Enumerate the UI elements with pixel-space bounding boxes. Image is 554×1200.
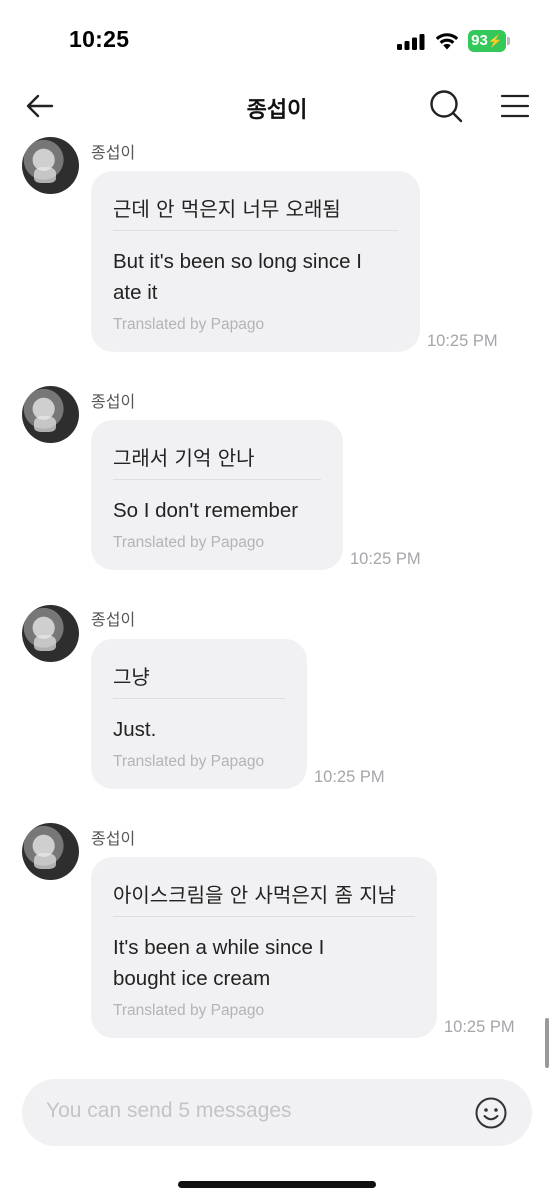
sender-name: 종섭이: [91, 143, 136, 162]
message-bubble[interactable]: 그냥 Just. Translated by Papago: [91, 639, 307, 789]
original-text: 근데 안 먹은지 너무 오래됨: [113, 197, 341, 221]
charging-bolt-icon: ⚡: [487, 34, 503, 48]
chat-title: 종섭이: [246, 98, 308, 123]
translated-line: But it's been so long since I: [113, 250, 362, 273]
battery-level: 93⚡: [471, 32, 503, 49]
translation-credit: Translated by Papago: [113, 1002, 265, 1019]
input-placeholder: You can send 5 messages: [46, 1099, 292, 1122]
cellular-signal-icon: [397, 34, 425, 50]
message-input[interactable]: You can send 5 messages: [22, 1079, 532, 1146]
wifi-icon: [435, 33, 459, 50]
chat-header: 종섭이: [0, 80, 554, 132]
sender-name: 종섭이: [91, 829, 136, 848]
translation-credit: Translated by Papago: [113, 534, 265, 551]
message-bubble[interactable]: 근데 안 먹은지 너무 오래됨 But it's been so long si…: [91, 171, 420, 352]
home-indicator[interactable]: [178, 1181, 376, 1188]
status-time: 10:25: [69, 26, 130, 52]
sender-name: 종섭이: [91, 392, 136, 411]
status-bar: 10:25 93⚡: [0, 0, 554, 80]
message-time: 10:25 PM: [444, 1018, 515, 1036]
translation-credit: Translated by Papago: [113, 316, 265, 333]
avatar[interactable]: [22, 137, 79, 194]
translation-divider: [113, 916, 415, 917]
translation-credit: Translated by Papago: [113, 753, 265, 770]
translated-text: It's been a while since I bought ice cre…: [113, 932, 324, 994]
smiley-face-icon[interactable]: [474, 1096, 508, 1130]
message-time: 10:25 PM: [427, 332, 498, 350]
translated-text: But it's been so long since I ate it: [113, 246, 362, 308]
sender-name: 종섭이: [91, 610, 136, 629]
translated-line: Just.: [113, 718, 157, 741]
original-text: 그냥: [113, 665, 150, 689]
hamburger-menu-icon[interactable]: [499, 90, 531, 122]
avatar[interactable]: [22, 823, 79, 880]
translated-line: bought ice cream: [113, 967, 271, 990]
battery-tip: [507, 37, 510, 45]
scrollbar-thumb[interactable]: [545, 1018, 549, 1068]
translated-line: ate it: [113, 281, 158, 304]
message-time: 10:25 PM: [314, 768, 385, 786]
translation-divider: [113, 230, 398, 231]
translation-divider: [113, 698, 285, 699]
search-icon[interactable]: [428, 88, 464, 124]
chat-screen: 10:25 93⚡ 종섭이 종섭이 근데 안 먹은지 너무 오래됨 But it…: [0, 0, 554, 1200]
avatar[interactable]: [22, 605, 79, 662]
message-time: 10:25 PM: [350, 550, 421, 568]
translated-line: So I don't remember: [113, 499, 299, 522]
message-bubble[interactable]: 아이스크림을 안 사먹은지 좀 지남 It's been a while sin…: [91, 857, 437, 1038]
translation-divider: [113, 479, 321, 480]
original-text: 아이스크림을 안 사먹은지 좀 지남: [113, 883, 397, 907]
translated-text: So I don't remember: [113, 495, 298, 526]
translated-line: It's been a while since I: [113, 936, 325, 959]
translated-text: Just.: [113, 714, 156, 745]
message-bubble[interactable]: 그래서 기억 안나 So I don't remember Translated…: [91, 420, 343, 570]
avatar[interactable]: [22, 386, 79, 443]
original-text: 그래서 기억 안나: [113, 446, 255, 470]
battery-indicator: 93⚡: [468, 30, 510, 52]
